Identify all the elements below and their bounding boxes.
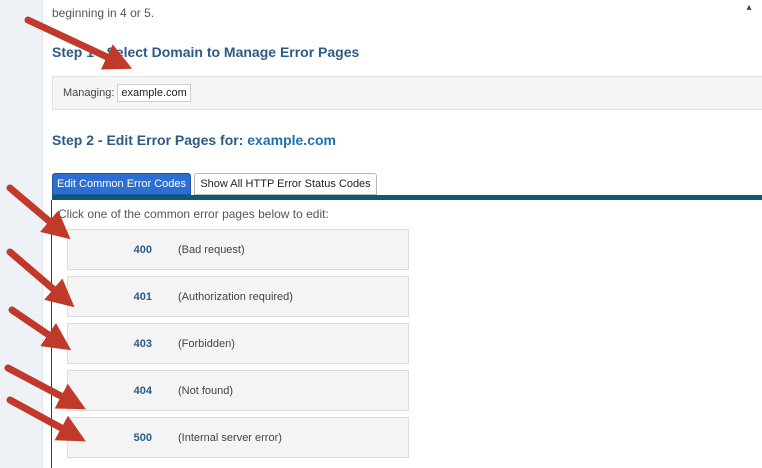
annotation-arrow <box>4 364 86 410</box>
annotation-arrow <box>8 306 72 351</box>
annotation-arrows <box>4 16 133 442</box>
annotation-arrow <box>6 396 86 442</box>
annotation-arrow <box>6 184 71 240</box>
annotation-arrow <box>24 16 133 70</box>
annotation-arrow <box>6 248 75 308</box>
